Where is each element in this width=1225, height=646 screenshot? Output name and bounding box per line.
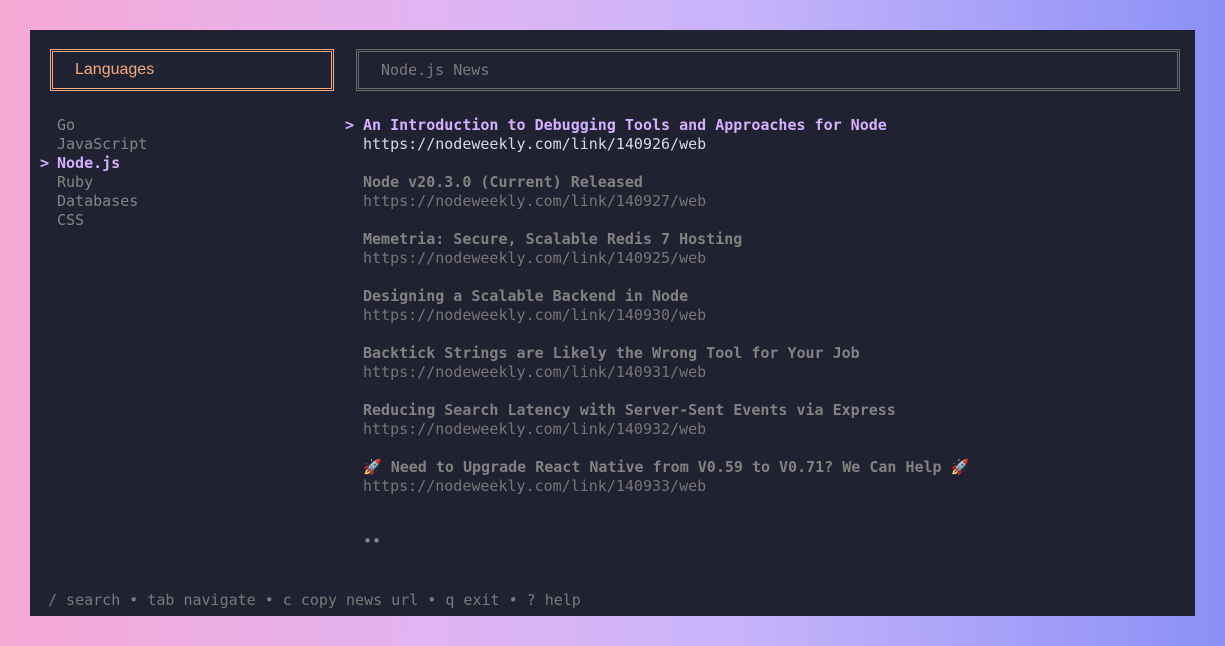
language-item-css[interactable]: CSS [40,211,340,230]
language-item-nodejs[interactable]: > Node.js [40,154,340,173]
language-label: JavaScript [57,135,148,153]
news-url[interactable]: https://nodeweekly.com/link/140930/web [363,306,1185,325]
news-list: > An Introduction to Debugging Tools and… [345,116,1185,515]
news-item[interactable]: > An Introduction to Debugging Tools and… [345,116,1185,154]
languages-list: Go JavaScript > Node.js Ruby Databases CS… [40,116,340,230]
language-item-databases[interactable]: Databases [40,192,340,211]
news-title: Memetria: Secure, Scalable Redis 7 Hosti… [363,230,743,248]
news-item[interactable]: Reducing Search Latency with Server-Sent… [345,401,1185,439]
languages-panel-header[interactable]: Languages [50,49,334,91]
language-label: Go [57,116,76,134]
news-url[interactable]: https://nodeweekly.com/link/140926/web [363,135,1185,154]
terminal-window: Languages Node.js News Go JavaScript > No… [30,30,1195,616]
news-title: Reducing Search Latency with Server-Sent… [363,401,896,419]
news-url[interactable]: https://nodeweekly.com/link/140931/web [363,363,1185,382]
language-item-ruby[interactable]: Ruby [40,173,340,192]
language-item-go[interactable]: Go [40,116,340,135]
selection-cursor: > [345,116,355,134]
news-title: 🚀 Need to Upgrade React Native from V0.5… [363,458,970,476]
news-item[interactable]: Designing a Scalable Backend in Node htt… [345,287,1185,325]
language-label: Databases [57,192,139,210]
news-panel-header[interactable]: Node.js News [356,49,1180,91]
news-item[interactable]: 🚀 Need to Upgrade React Native from V0.5… [345,458,1185,496]
news-url[interactable]: https://nodeweekly.com/link/140925/web [363,249,1185,268]
news-item[interactable]: Node v20.3.0 (Current) Released https://… [345,173,1185,211]
news-url[interactable]: https://nodeweekly.com/link/140932/web [363,420,1185,439]
news-item[interactable]: Backtick Strings are Likely the Wrong To… [345,344,1185,382]
news-title: Designing a Scalable Backend in Node [363,287,689,305]
language-label: CSS [57,211,85,229]
news-url[interactable]: https://nodeweekly.com/link/140933/web [363,477,1185,496]
pagination-dots: •• [363,532,382,550]
news-title: An Introduction to Debugging Tools and A… [363,116,887,134]
languages-panel-title: Languages [75,61,155,78]
language-label: Node.js [57,154,121,172]
news-panel-title: Node.js News [381,61,490,79]
news-title: Backtick Strings are Likely the Wrong To… [363,344,860,362]
help-bar: / search • tab navigate • c copy news ur… [48,591,581,609]
language-label: Ruby [57,173,94,191]
selection-cursor: > [40,154,50,172]
language-item-javascript[interactable]: JavaScript [40,135,340,154]
news-title: Node v20.3.0 (Current) Released [363,173,643,191]
news-item[interactable]: Memetria: Secure, Scalable Redis 7 Hosti… [345,230,1185,268]
news-url[interactable]: https://nodeweekly.com/link/140927/web [363,192,1185,211]
